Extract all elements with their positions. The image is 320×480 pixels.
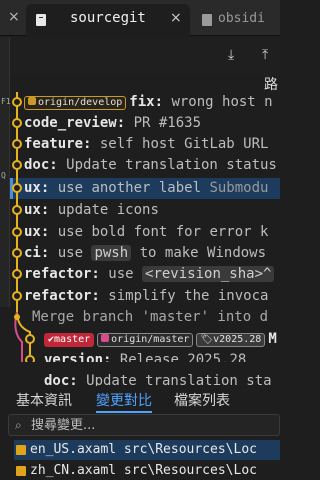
commit-type: M [268, 331, 277, 347]
commit-subject: Merge branch 'master' into d [32, 309, 269, 325]
commit-row[interactable]: ux: update icons [10, 200, 280, 221]
close-icon[interactable]: × [8, 9, 20, 25]
commit-type: ux: [24, 202, 50, 218]
branch-tag-master: ✔master [44, 333, 95, 347]
commit-row-selected[interactable]: ux: use another label Submodu [10, 178, 280, 199]
tab-commit-info[interactable]: 基本資訊 [16, 390, 72, 410]
remote-icon [101, 334, 110, 342]
repository-icon [202, 14, 212, 26]
commit-type: doc: [44, 373, 78, 386]
changed-file-item[interactable]: zh_CN.axaml src\Resources\Loc [14, 461, 280, 480]
commit-subject: to make Windows [131, 245, 267, 261]
commit-subject: use bold font for error k [49, 224, 269, 240]
selection-indicator [10, 178, 13, 199]
commit-row[interactable]: doc: Update translation status [10, 155, 280, 176]
commit-row[interactable]: ci: use pwsh to make Windows [10, 243, 280, 264]
commit-type: version: [44, 352, 112, 362]
commit-subject: Update translation status [57, 157, 277, 173]
commit-type: ci: [24, 245, 50, 261]
inline-code: <revision_sha>^ [142, 266, 275, 282]
column-header-fragment: 路 [264, 77, 278, 93]
commit-subject: update icons [49, 202, 159, 218]
commit-subject: simplify the invoca [99, 288, 269, 304]
sidebar-label: Q [1, 171, 6, 180]
commit-subject: self host GitLab URL [91, 136, 269, 152]
commit-subject-extra: Submodu [209, 180, 269, 196]
fetch-icon[interactable]: ⤓ [228, 47, 234, 63]
search-icon: ⌕ [15, 418, 22, 432]
commit-type: feature: [24, 136, 92, 152]
commit-subject: use another label [49, 180, 210, 196]
pull-icon[interactable]: ⤒ [262, 47, 268, 63]
commit-type: doc: [24, 157, 58, 173]
commit-type: fix: [129, 94, 164, 110]
tab-title: obsidi [218, 11, 265, 26]
close-tab-icon[interactable]: × [170, 10, 182, 26]
commit-row[interactable]: origin/develop fix: wrong host n [10, 92, 280, 113]
commit-row[interactable]: version: Release 2025.28 [10, 350, 280, 362]
repository-icon [36, 14, 46, 26]
modified-icon [16, 445, 26, 455]
inline-code: pwsh [91, 245, 132, 261]
commit-type: ux: [24, 180, 50, 196]
commit-subject: wrong host n [163, 94, 273, 110]
commit-row-partial[interactable]: doc: Update translation sta [44, 373, 272, 386]
search-changes-box: ⌕ [8, 414, 280, 436]
commit-subject: Update translation sta [77, 373, 272, 386]
commit-type: code_review: [24, 115, 126, 131]
search-input[interactable] [31, 416, 271, 434]
toolbar: ⤓ ⤒ [0, 37, 280, 75]
commit-row[interactable]: refactor: simplify the invoca [10, 286, 280, 307]
commit-subject: use [49, 245, 92, 261]
detail-panel-tabs: 基本資訊 變更對比 檔案列表 [0, 386, 280, 413]
commit-subject: use [99, 266, 143, 282]
tab-sourcegit[interactable]: sourcegit × [26, 4, 190, 36]
commit-type: refactor: [24, 288, 100, 304]
tab-file-list[interactable]: 檔案列表 [174, 390, 230, 410]
tab-obsidian[interactable]: obsidi [196, 4, 280, 36]
commit-type: refactor: [24, 266, 100, 282]
changed-file-item[interactable]: en_US.axaml src\Resources\Loc [14, 440, 280, 460]
version-tag: 🏷v2025.28 [196, 333, 266, 347]
commit-row[interactable]: ux: use bold font for error k [10, 222, 280, 243]
commit-subject: PR #1635 [125, 115, 202, 131]
left-sidebar-strip: F1 Q [0, 37, 11, 307]
commit-type: ux: [24, 224, 50, 240]
file-path: en_US.axaml src\Resources\Loc [30, 442, 257, 457]
tab-changes[interactable]: 變更對比 [96, 390, 152, 413]
commit-row[interactable]: refactor: use <revision_sha>^ [10, 264, 280, 285]
tab-bar: × sourcegit × obsidi [0, 0, 280, 36]
tab-title: sourcegit [70, 10, 146, 26]
branch-tag-remote: origin/master [97, 333, 194, 347]
commit-row[interactable]: feature: self host GitLab URL [10, 134, 280, 155]
tag-icon: 🏷 [200, 334, 214, 345]
commit-row-merge[interactable]: Merge branch 'master' into d [10, 307, 280, 328]
file-path: zh_CN.axaml src\Resources\Loc [30, 463, 257, 478]
branch-icon [28, 97, 36, 105]
commit-row[interactable]: code_review: PR #1635 [10, 113, 280, 134]
commit-list: origin/develop fix: wrong host n code_rev… [10, 92, 280, 362]
commit-subject: Release 2025.28 [111, 352, 247, 362]
commit-row[interactable]: ✔master origin/master 🏷v2025.28 M [10, 329, 280, 350]
modified-icon [16, 466, 26, 476]
branch-tag: origin/develop [24, 96, 127, 110]
